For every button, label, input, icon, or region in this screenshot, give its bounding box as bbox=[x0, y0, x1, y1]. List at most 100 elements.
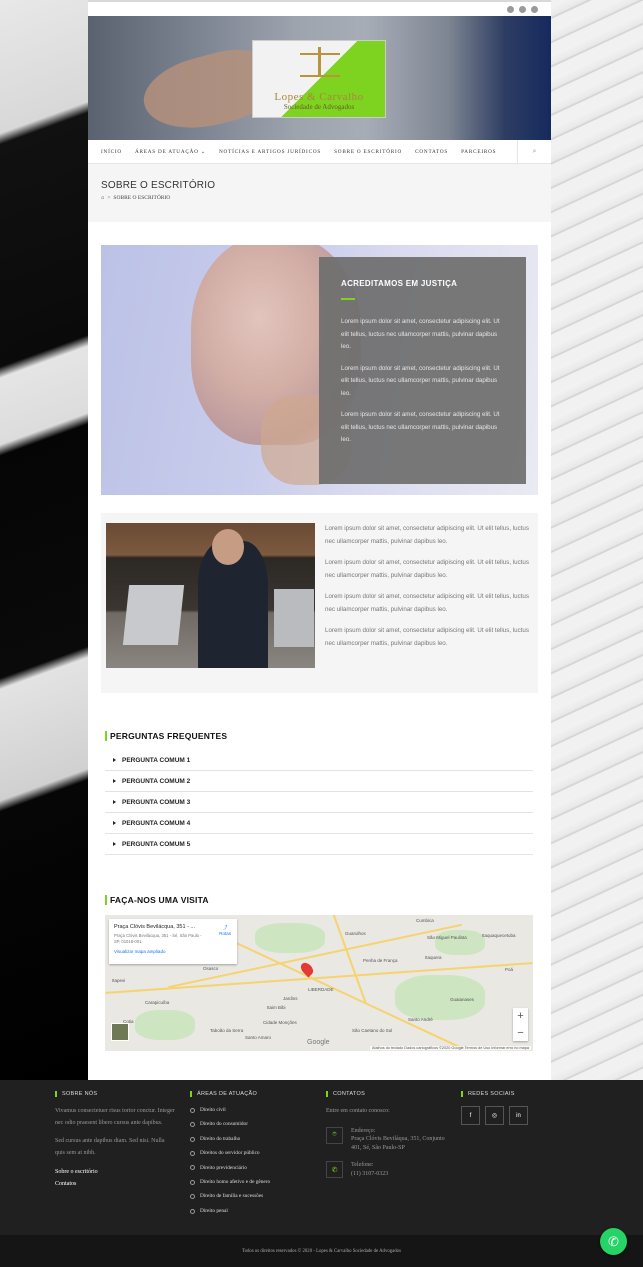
main-nav: INÍCIO ÁREAS DE ATUAÇÃO ⌄ NOTÍCIAS E ART… bbox=[88, 140, 551, 164]
footer-area-label: Direito previdenciário bbox=[200, 1164, 247, 1171]
caret-right-icon bbox=[113, 758, 116, 762]
footer-area-label: Direitos do servidor público bbox=[200, 1150, 260, 1157]
banner-paragraph: Lorem ipsum dolor sit amet, consectetur … bbox=[341, 364, 500, 397]
footer-area-item[interactable]: Direito de família e sucessões bbox=[190, 1189, 315, 1203]
footer-area-item[interactable]: Direito civil bbox=[190, 1103, 315, 1117]
logo[interactable]: Lopes & Carvalho Sociedade de Advogados bbox=[252, 40, 386, 118]
footer-heading: ÁREAS DE ATUAÇÃO bbox=[190, 1091, 315, 1097]
map-label: Penha de França bbox=[363, 958, 398, 963]
footer-area-item[interactable]: Direito do consumidor bbox=[190, 1117, 315, 1131]
map-address: Praça Clóvis Bevilácqua, 351 - Sé, São P… bbox=[114, 933, 202, 944]
banner-heading: ACREDITAMOS EM JUSTIÇA bbox=[341, 279, 458, 288]
faq-title: PERGUNTAS FREQUENTES bbox=[105, 731, 227, 741]
lawyer-photo bbox=[106, 523, 315, 668]
zoom-out-icon[interactable]: − bbox=[517, 1027, 523, 1039]
nav-item-contatos[interactable]: CONTATOS bbox=[415, 149, 448, 155]
footer-link[interactable]: Sobre o escritório bbox=[55, 1166, 175, 1178]
linkedin-icon[interactable]: in bbox=[509, 1106, 528, 1125]
footer-areas: ÁREAS DE ATUAÇÃO Direito civil Direito d… bbox=[190, 1091, 315, 1218]
footer-area-item[interactable]: Direito previdenciário bbox=[190, 1161, 315, 1175]
map-enlarge-link[interactable]: Visualizar mapa ampliado bbox=[114, 949, 232, 954]
linkedin-icon[interactable] bbox=[531, 5, 538, 13]
circle-icon bbox=[190, 1136, 195, 1142]
phone-icon: ✆ bbox=[326, 1161, 343, 1178]
justice-banner: ACREDITAMOS EM JUSTIÇA Lorem ipsum dolor… bbox=[101, 245, 538, 495]
scales-of-justice-icon bbox=[300, 47, 340, 77]
footer-about-text: Vivamus consectetuer risus tortor conctu… bbox=[55, 1108, 175, 1126]
about-paragraph: Lorem ipsum dolor sit amet, consectetur … bbox=[325, 525, 529, 545]
nav-item-areas[interactable]: ÁREAS DE ATUAÇÃO ⌄ bbox=[135, 149, 206, 155]
nav-item-sobre[interactable]: SOBRE O ESCRITÓRIO bbox=[334, 149, 402, 155]
faq-item[interactable]: PERGUNTA COMUM 4 bbox=[105, 813, 533, 834]
search-icon[interactable]: ⌕ bbox=[517, 140, 551, 164]
map-label: Santo Amaro bbox=[245, 1035, 272, 1040]
footer-area-item[interactable]: Direito homo afetivo e de gênero bbox=[190, 1175, 315, 1189]
breadcrumb-current: SOBRE O ESCRITÓRIO bbox=[113, 195, 171, 201]
visit-title: FAÇA-NOS UMA VISITA bbox=[105, 895, 209, 905]
phone-value[interactable]: (11) 3107-0323 bbox=[351, 1170, 388, 1179]
footer-area-item[interactable]: Direitos do servidor público bbox=[190, 1146, 315, 1160]
nav-item-parceiros[interactable]: PARCEIROS bbox=[461, 149, 496, 155]
footer-area-item[interactable]: Direito do trabalho bbox=[190, 1132, 315, 1146]
map-green-area bbox=[435, 930, 485, 955]
footer-contact-intro: Entre em contato conosco: bbox=[326, 1108, 390, 1114]
logo-name: Lopes & Carvalho bbox=[274, 91, 364, 103]
google-logo: Google bbox=[307, 1039, 330, 1046]
footer-phone: ✆ Telefone: (11) 3107-0323 bbox=[326, 1161, 451, 1178]
map-label: Carapicuíba bbox=[145, 1000, 170, 1005]
background-left bbox=[0, 0, 88, 1080]
location-icon: ⌾ bbox=[326, 1126, 343, 1144]
map-label: Poá bbox=[505, 967, 514, 972]
faq-question: PERGUNTA COMUM 5 bbox=[122, 840, 191, 848]
circle-icon bbox=[190, 1208, 195, 1214]
faq-question: PERGUNTA COMUM 4 bbox=[122, 819, 191, 827]
whatsapp-button[interactable]: ✆ bbox=[600, 1228, 627, 1255]
map-label: São Caetano do Sul bbox=[352, 1028, 393, 1033]
photo-laptop-2 bbox=[274, 589, 314, 647]
facebook-icon[interactable] bbox=[507, 5, 514, 13]
map-footer: Atalhos do teclado Dados cartográficos ©… bbox=[369, 1046, 531, 1050]
faq-question: PERGUNTA COMUM 2 bbox=[122, 777, 191, 785]
nav-item-inicio[interactable]: INÍCIO bbox=[101, 149, 122, 155]
address-value: Praça Clóvis Beviláqua, 351, Conjunto 40… bbox=[351, 1136, 445, 1151]
caret-right-icon bbox=[113, 842, 116, 846]
faq-item[interactable]: PERGUNTA COMUM 2 bbox=[105, 771, 533, 792]
faq-item[interactable]: PERGUNTA COMUM 5 bbox=[105, 834, 533, 855]
map-label: LIBERDADE bbox=[308, 987, 334, 992]
footer-area-item[interactable]: Direito penal bbox=[190, 1204, 315, 1218]
faq-question: PERGUNTA COMUM 1 bbox=[122, 756, 191, 764]
map-green-area bbox=[255, 923, 325, 953]
nav-item-noticias[interactable]: NOTÍCIAS E ARTIGOS JURÍDICOS bbox=[219, 149, 321, 155]
map-label: Jardins bbox=[283, 996, 298, 1001]
map-routes-label: Rotas bbox=[219, 931, 231, 936]
map-satellite-toggle[interactable] bbox=[111, 1023, 129, 1041]
faq-item[interactable]: PERGUNTA COMUM 1 bbox=[105, 750, 533, 771]
accent-divider bbox=[341, 298, 355, 300]
home-icon[interactable]: ⌂ bbox=[101, 195, 104, 201]
map-label: Itaim Bibi bbox=[267, 1005, 286, 1010]
footer-area-label: Direito homo afetivo e de gênero bbox=[200, 1179, 271, 1186]
location-map[interactable]: Itapevi Osasco Carapicuíba Cotia Taboão … bbox=[105, 915, 533, 1051]
map-label: Guarulhos bbox=[345, 931, 366, 936]
phone-label: Telefone: bbox=[351, 1162, 374, 1168]
map-label: Guaianases bbox=[450, 997, 475, 1002]
zoom-in-icon[interactable]: + bbox=[517, 1010, 523, 1022]
banner-paragraph: Lorem ipsum dolor sit amet, consectetur … bbox=[341, 411, 500, 443]
map-pin-icon[interactable] bbox=[298, 960, 316, 978]
footer-about-text: Sed cursus ante dapibus diam. Sed nisi. … bbox=[55, 1138, 165, 1156]
about-paragraph: Lorem ipsum dolor sit amet, consectetur … bbox=[325, 559, 529, 579]
nav-item-areas-label: ÁREAS DE ATUAÇÃO bbox=[134, 148, 199, 155]
facebook-icon[interactable]: f bbox=[461, 1106, 480, 1125]
instagram-icon[interactable]: ◎ bbox=[485, 1106, 504, 1125]
hero-header: Lopes & Carvalho Sociedade de Advogados bbox=[88, 16, 551, 140]
footer-area-label: Direito de família e sucessões bbox=[200, 1193, 264, 1200]
footer-link[interactable]: Contatos bbox=[55, 1178, 175, 1190]
map-green-area bbox=[135, 1010, 195, 1040]
instagram-icon[interactable] bbox=[519, 5, 526, 13]
breadcrumb-separator: > bbox=[107, 195, 111, 201]
map-label: Santo André bbox=[408, 1017, 433, 1022]
map-label: Osasco bbox=[203, 966, 219, 971]
map-routes-button[interactable]: ⤴ Rotas bbox=[219, 925, 231, 936]
faq-item[interactable]: PERGUNTA COMUM 3 bbox=[105, 792, 533, 813]
address-label: Endereço: bbox=[351, 1127, 376, 1134]
